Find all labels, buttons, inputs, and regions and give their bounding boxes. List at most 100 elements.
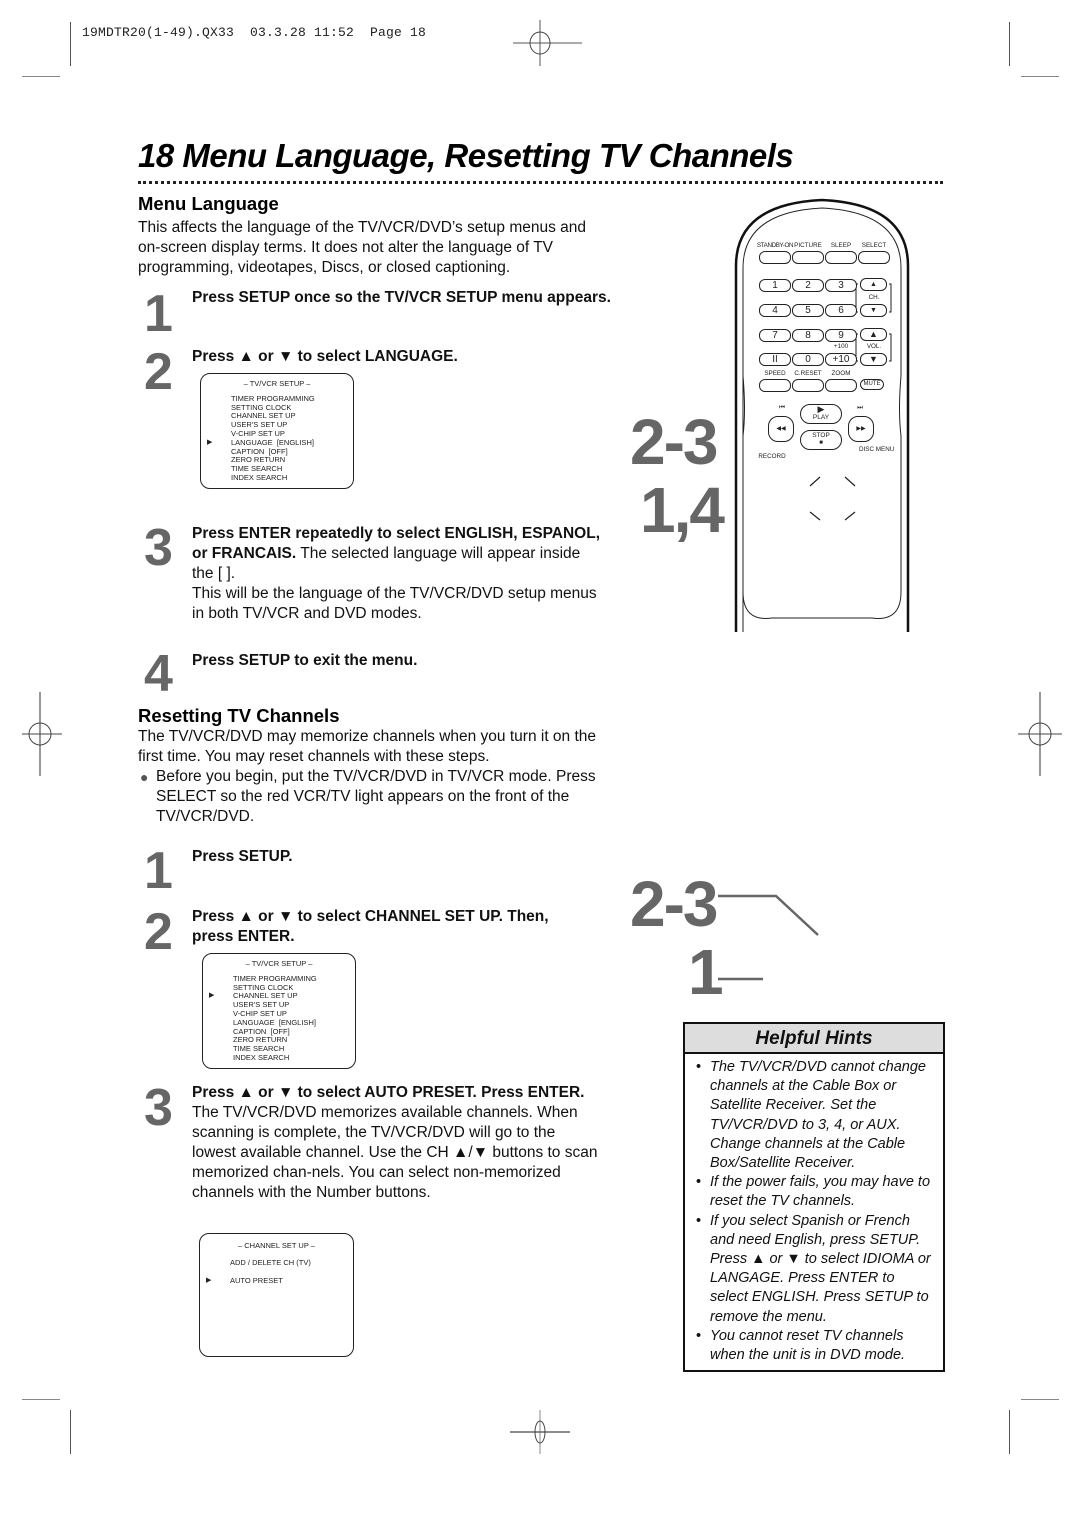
section-heading: Resetting TV Channels [138,705,340,726]
remote-button-digit[interactable]: II [759,353,791,366]
step-number: 2 [144,903,173,961]
crop-mark [1021,1399,1059,1400]
registration-mark-icon [22,692,62,776]
step-number: 2 [144,343,173,401]
button-label: +100 [833,343,849,350]
hint-item: If you select Spanish or French and need… [693,1212,935,1327]
remote-button-digit[interactable]: +10 [825,353,857,366]
hints-title: Helpful Hints [685,1024,943,1054]
hint-item: The TV/VCR/DVD cannot change channels at… [693,1058,935,1173]
registration-mark-icon [510,1410,570,1454]
step-instruction: Press ▲ or ▼ to select LANGUAGE. [192,348,458,365]
crop-mark [70,1410,71,1454]
volume-down-button[interactable]: ▼ [860,353,887,366]
section-intro: This affects the language of the TV/VCR/… [138,219,587,276]
remote-button-digit[interactable]: 6 [825,304,857,317]
stop-button[interactable]: STOP ■ [800,430,842,450]
button-label: ZOOM [831,370,851,377]
osd-menu-item-selected: AUTO PRESET [200,1276,353,1286]
osd-title: – TV/VCR SETUP – [245,959,313,968]
crop-mark [1021,76,1059,77]
callout-steps-2-3: 2-3 [630,406,718,478]
remote-button-digit[interactable]: 1 [759,279,791,292]
remote-button-digit[interactable]: 9 [825,329,857,342]
remote-button-sleep[interactable] [825,251,857,264]
section-intro: The TV/VCR/DVD may memorize channels whe… [138,728,597,765]
step-detail: The TV/VCR/DVD memorizes available chann… [192,1104,598,1201]
button-label: DISC MENU [859,446,895,453]
prerequisite-bullet: ● Before you begin, put the TV/VCR/DVD i… [138,767,608,827]
crop-mark [1009,1410,1010,1454]
crop-mark [70,22,71,66]
play-icon: ▶ [817,404,825,414]
crop-mark [22,1399,60,1400]
registration-mark-icon [513,20,582,66]
play-button[interactable]: ▶ PLAY [800,404,842,424]
crop-mark [22,76,60,77]
remote-button-select[interactable] [858,251,890,264]
step-instruction: Press SETUP once so the TV/VCR SETUP men… [192,289,611,306]
step-instruction: Press SETUP. [192,848,293,865]
remote-button-standby-on[interactable] [759,251,791,264]
remote-button-digit[interactable]: 0 [792,353,824,366]
remote-button-picture[interactable] [792,251,824,264]
step-text: Press SETUP once so the TV/VCR SETUP men… [192,288,612,308]
osd-channel-setup-screen: – CHANNEL SET UP – ADD / DELETE CH (TV)A… [199,1233,354,1357]
channel-down-button[interactable]: ▼ [860,304,887,317]
step-instruction: Press ▲ or ▼ to select AUTO PRESET. Pres… [192,1084,585,1101]
step-note: This will be the language of the TV/VCR/… [192,585,597,622]
remote-button-digit[interactable]: 5 [792,304,824,317]
print-slug: 19MDTR20(1-49).QX33 03.3.28 11:52 Page 1… [82,25,427,40]
helpful-hints-box: Helpful Hints The TV/VCR/DVD cannot chan… [683,1022,945,1372]
page-title: 18 Menu Language, Resetting TV Channels [138,137,794,174]
osd-menu-list: TIMER PROGRAMMINGSETTING CLOCKCHANNEL SE… [203,974,355,1063]
bullet-dot-icon: ● [140,769,149,785]
remote-control-illustration: STANDBY-ON PICTURE SLEEP SELECT 1 2 3 4 5 6 7 8 9 II 0… [732,196,912,632]
step-text: Press ▲ or ▼ to select CHANNEL SET UP. T… [192,907,582,947]
step-number: 4 [144,645,173,703]
step-text: Press ▲ or ▼ to select LANGUAGE. [192,347,612,367]
hints-list: The TV/VCR/DVD cannot change channels at… [685,1054,943,1365]
section-heading: Menu Language [138,193,279,214]
remote-button-digit[interactable]: 8 [792,329,824,342]
bullet-text: Before you begin, put the TV/VCR/DVD in … [156,768,596,825]
stop-label: STOP [812,432,830,439]
remote-button-speed[interactable] [759,379,791,392]
osd-tv-vcr-setup-screen: – TV/VCR SETUP – TIMER PROGRAMMING SETTIN… [200,373,354,489]
osd-title: – TV/VCR SETUP – [243,379,311,388]
osd-title: – CHANNEL SET UP – [238,1241,315,1250]
crop-mark [1009,22,1010,66]
remote-button-digit[interactable]: 7 [759,329,791,342]
remote-button-digit[interactable]: 2 [792,279,824,292]
remote-button-creset[interactable] [792,379,824,392]
fast-forward-button[interactable]: ▶▶ [848,416,874,442]
step-text: Press SETUP. [192,847,612,867]
stop-icon: ■ [819,440,823,446]
skip-back-icon: ⏮ [779,404,785,411]
hint-item: If the power fails, you may have to rese… [693,1173,935,1211]
osd-tv-vcr-setup-screen: – TV/VCR SETUP – TIMER PROGRAMMING SETTIN… [202,953,356,1069]
dotted-divider [138,181,943,185]
button-label: RECORD [758,453,786,460]
button-label: SELECT [861,242,887,249]
remote-button-zoom[interactable] [825,379,857,392]
volume-up-button[interactable]: ▲ [860,328,887,341]
volume-label: VOL. [866,343,882,350]
channel-label: CH. [868,294,880,301]
step-text: Press SETUP to exit the menu. [192,651,612,671]
callout-steps-2-3: 2-3 [630,868,718,940]
remote-button-digit[interactable]: 4 [759,304,791,317]
step-number: 3 [144,1079,173,1137]
mute-button[interactable]: MUTE [860,379,884,390]
step-instruction: Press SETUP to exit the menu. [192,652,418,669]
rewind-button[interactable]: ◀◀ [768,416,794,442]
play-label: PLAY [812,414,830,421]
step-text: Press ▲ or ▼ to select AUTO PRESET. Pres… [192,1083,602,1203]
callout-step-1: 1 [688,936,724,1008]
callout-steps-1-4: 1,4 [640,474,725,546]
channel-up-button[interactable]: ▲ [860,278,887,291]
osd-menu-list: ADD / DELETE CH (TV) AUTO PRESET [200,1258,353,1286]
step-text: Press ENTER repeatedly to select ENGLISH… [192,524,602,624]
remote-button-digit[interactable]: 3 [825,279,857,292]
skip-forward-icon: ⏭ [857,404,863,411]
